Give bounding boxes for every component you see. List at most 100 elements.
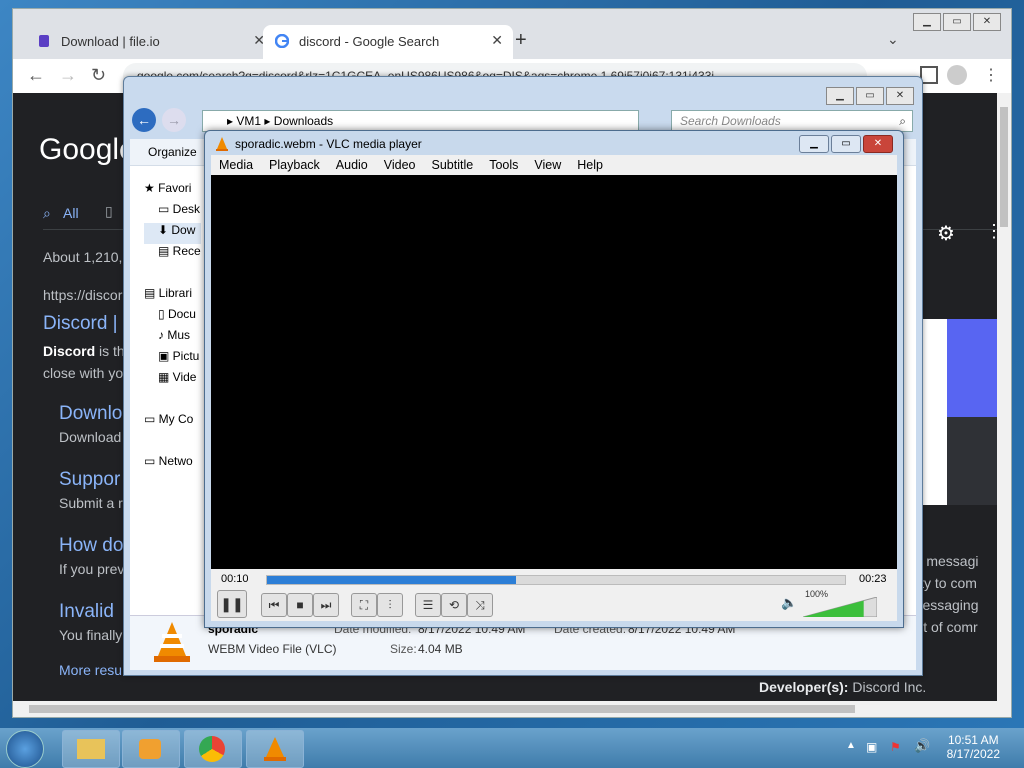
total-time[interactable]: 00:23 xyxy=(859,573,887,585)
minimize-button[interactable]: ▁ xyxy=(799,135,829,153)
sitelink-support[interactable]: Suppor xyxy=(59,469,120,491)
profile-avatar-icon[interactable] xyxy=(947,65,967,85)
menu-playback[interactable]: Playback xyxy=(261,155,328,172)
tree-pictures[interactable]: ▣ Pictu xyxy=(144,349,201,370)
more-results-link[interactable]: More resu xyxy=(59,662,122,678)
chrome-icon xyxy=(199,736,225,762)
tab-all[interactable]: All xyxy=(63,205,79,221)
tree-computer[interactable]: ▭ My Co xyxy=(144,412,201,433)
tab-title: Download | file.io xyxy=(61,34,160,49)
start-button[interactable] xyxy=(6,730,44,768)
close-button[interactable]: ✕ xyxy=(863,135,893,153)
tree-libraries[interactable]: ▤ Librari xyxy=(144,286,201,307)
new-tab-button[interactable]: + xyxy=(515,29,527,52)
tab-search-icon[interactable]: ⌄ xyxy=(887,31,899,48)
organize-button[interactable]: Organize xyxy=(148,145,197,159)
menu-audio[interactable]: Audio xyxy=(328,155,376,172)
video-area[interactable] xyxy=(211,175,897,569)
size-label: Size: xyxy=(390,642,417,656)
taskbar-chrome[interactable] xyxy=(184,730,242,768)
action-center-icon[interactable]: ⚑ xyxy=(890,740,901,754)
tree-videos[interactable]: ▦ Vide xyxy=(144,370,201,391)
sitelink-download[interactable]: Downlo xyxy=(59,403,122,425)
taskbar-vlc[interactable] xyxy=(246,730,304,768)
elapsed-time[interactable]: 00:10 xyxy=(221,573,249,585)
path-separator-icon: ▸ xyxy=(264,114,271,128)
seek-bar[interactable] xyxy=(266,575,846,585)
tree-favorites[interactable]: ★ Favori xyxy=(144,181,201,202)
volume-slider[interactable] xyxy=(803,597,877,617)
settings-gear-icon[interactable]: ⚙ xyxy=(937,221,955,246)
seek-progress xyxy=(267,576,516,584)
clock[interactable]: 10:51 AM 8/17/2022 xyxy=(947,733,1000,761)
fileio-favicon-icon xyxy=(39,35,49,47)
tree-network[interactable]: ▭ Netwo xyxy=(144,454,201,475)
maximize-button[interactable]: ▭ xyxy=(831,135,861,153)
navigation-pane: ★ Favori ▭ Desk ⬇ Dow ▤ Rece ▤ Librari ▯… xyxy=(144,181,201,475)
next-icon[interactable]: ⏭ xyxy=(313,593,339,617)
minimize-button[interactable]: ▁ xyxy=(826,87,854,105)
window-caption-buttons: ▁ ▭ ✕ xyxy=(911,11,1001,31)
extended-settings-icon[interactable]: ⫶ xyxy=(377,593,403,617)
tree-downloads[interactable]: ⬇ Dow xyxy=(144,223,201,244)
menu-help[interactable]: Help xyxy=(569,155,611,172)
horizontal-scrollbar[interactable] xyxy=(13,701,1011,717)
close-button[interactable]: ✕ xyxy=(886,87,914,105)
menu-media[interactable]: Media xyxy=(211,155,261,172)
maximize-button[interactable]: ▭ xyxy=(856,87,884,105)
sitelink-howdo[interactable]: How do xyxy=(59,535,123,557)
pause-button[interactable]: ❚❚ xyxy=(217,590,247,618)
vertical-scrollbar[interactable] xyxy=(997,93,1011,701)
playlist-icon[interactable]: ☰ xyxy=(415,593,441,617)
books-tab-icon[interactable]: ▯ xyxy=(105,203,113,220)
menu-video[interactable]: Video xyxy=(376,155,424,172)
tree-desktop[interactable]: ▭ Desk xyxy=(144,202,201,223)
previous-icon[interactable]: ⏮ xyxy=(261,593,287,617)
volume-icon[interactable]: 🔊 xyxy=(914,738,930,754)
search-downloads-input[interactable]: Search Downloads ⌕ xyxy=(671,110,913,132)
menu-view[interactable]: View xyxy=(526,155,569,172)
network-icon[interactable]: ▣ xyxy=(866,740,877,754)
breadcrumb-vm1[interactable]: VM1 xyxy=(236,114,261,128)
forward-icon[interactable]: → xyxy=(59,65,77,86)
breadcrumb-downloads[interactable]: Downloads xyxy=(274,114,333,128)
back-icon[interactable]: ← xyxy=(132,108,156,132)
shuffle-icon[interactable]: ⤨ xyxy=(467,593,493,617)
search-placeholder: Search Downloads xyxy=(680,114,781,128)
menu-kebab-icon[interactable]: ⋮ xyxy=(983,65,999,85)
clock-date: 8/17/2022 xyxy=(946,747,1000,761)
result-title[interactable]: Discord | xyxy=(43,313,118,335)
speaker-icon[interactable]: 🔈 xyxy=(781,595,797,611)
explorer-address-bar[interactable]: ▸ VM1 ▸ Downloads xyxy=(202,110,639,132)
close-button[interactable]: ✕ xyxy=(973,13,1001,31)
result-stats: About 1,210, xyxy=(43,249,123,265)
stop-icon[interactable]: ■ xyxy=(287,593,313,617)
maximize-button[interactable]: ▭ xyxy=(943,13,971,31)
knowledge-image[interactable] xyxy=(947,417,997,505)
window-caption-buttons: ▁ ▭ ✕ xyxy=(824,85,914,105)
minimize-button[interactable]: ▁ xyxy=(913,13,941,31)
taskbar-explorer[interactable] xyxy=(62,730,120,768)
knowledge-image[interactable] xyxy=(921,319,947,505)
tab-google-search[interactable]: discord - Google Search ✕ xyxy=(263,25,513,59)
result-url[interactable]: https://discor xyxy=(43,287,122,303)
developer-value[interactable]: Discord Inc. xyxy=(852,679,926,695)
menu-tools[interactable]: Tools xyxy=(481,155,526,172)
reload-icon[interactable]: ↻ xyxy=(91,65,106,86)
show-hidden-icons[interactable]: ▲ xyxy=(846,740,856,751)
back-icon[interactable]: ← xyxy=(27,65,45,86)
google-logo[interactable]: Google xyxy=(39,133,136,167)
fullscreen-icon[interactable]: ⛶ xyxy=(351,593,377,617)
size-value: 4.04 MB xyxy=(418,642,463,656)
tab-fileio[interactable]: Download | file.io ✕ xyxy=(25,25,275,59)
loop-icon[interactable]: ⟲ xyxy=(441,593,467,617)
tree-documents[interactable]: ▯ Docu xyxy=(144,307,201,328)
taskbar: ▲ ▣ ⚑ 🔊 10:51 AM 8/17/2022 xyxy=(0,728,1024,768)
menu-subtitle[interactable]: Subtitle xyxy=(424,155,482,172)
sitelink-invalid[interactable]: Invalid xyxy=(59,601,114,623)
taskbar-media-player[interactable] xyxy=(122,730,180,768)
tree-music[interactable]: ♪ Mus xyxy=(144,328,201,349)
forward-icon[interactable]: → xyxy=(162,108,186,132)
tree-recent[interactable]: ▤ Rece xyxy=(144,244,201,265)
close-tab-icon[interactable]: ✕ xyxy=(491,32,503,49)
